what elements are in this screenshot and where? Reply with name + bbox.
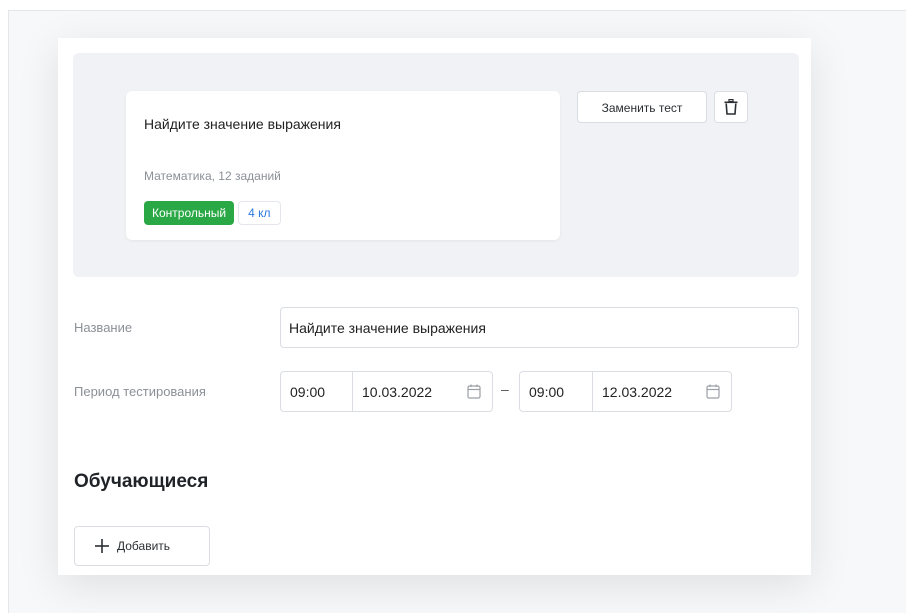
add-student-label: Добавить: [117, 539, 171, 553]
start-date-input[interactable]: 10.03.2022: [352, 371, 493, 412]
selected-test-area: Найдите значение выражения Математика, 1…: [73, 53, 799, 277]
period-label: Период тестирования: [74, 384, 206, 399]
period-separator: –: [501, 381, 509, 397]
end-time-input[interactable]: 09:00: [519, 371, 593, 412]
test-card[interactable]: Найдите значение выражения Математика, 1…: [126, 91, 560, 240]
end-date-value: 12.03.2022: [602, 383, 673, 400]
calendar-icon[interactable]: [467, 384, 481, 399]
add-student-button[interactable]: Добавить: [74, 526, 210, 566]
name-input[interactable]: Найдите значение выражения: [280, 307, 799, 348]
grade-badge: 4 кл: [238, 201, 281, 225]
end-date-input[interactable]: 12.03.2022: [592, 371, 732, 412]
test-settings-panel: Найдите значение выражения Математика, 1…: [58, 38, 811, 575]
start-date-value: 10.03.2022: [362, 383, 433, 400]
plus-icon: [95, 539, 109, 553]
test-title: Найдите значение выражения: [144, 116, 341, 132]
replace-test-button[interactable]: Заменить тест: [577, 91, 707, 123]
test-meta: Математика, 12 заданий: [144, 169, 281, 183]
trash-icon: [724, 99, 738, 115]
students-section-title: Обучающиеся: [74, 471, 209, 492]
start-time-input[interactable]: 09:00: [280, 371, 353, 412]
delete-test-button[interactable]: [714, 91, 748, 123]
test-type-badge: Контрольный: [144, 201, 235, 225]
name-label: Название: [74, 320, 133, 335]
calendar-icon[interactable]: [706, 384, 720, 399]
test-badges: Контрольный 4 кл: [144, 201, 281, 225]
